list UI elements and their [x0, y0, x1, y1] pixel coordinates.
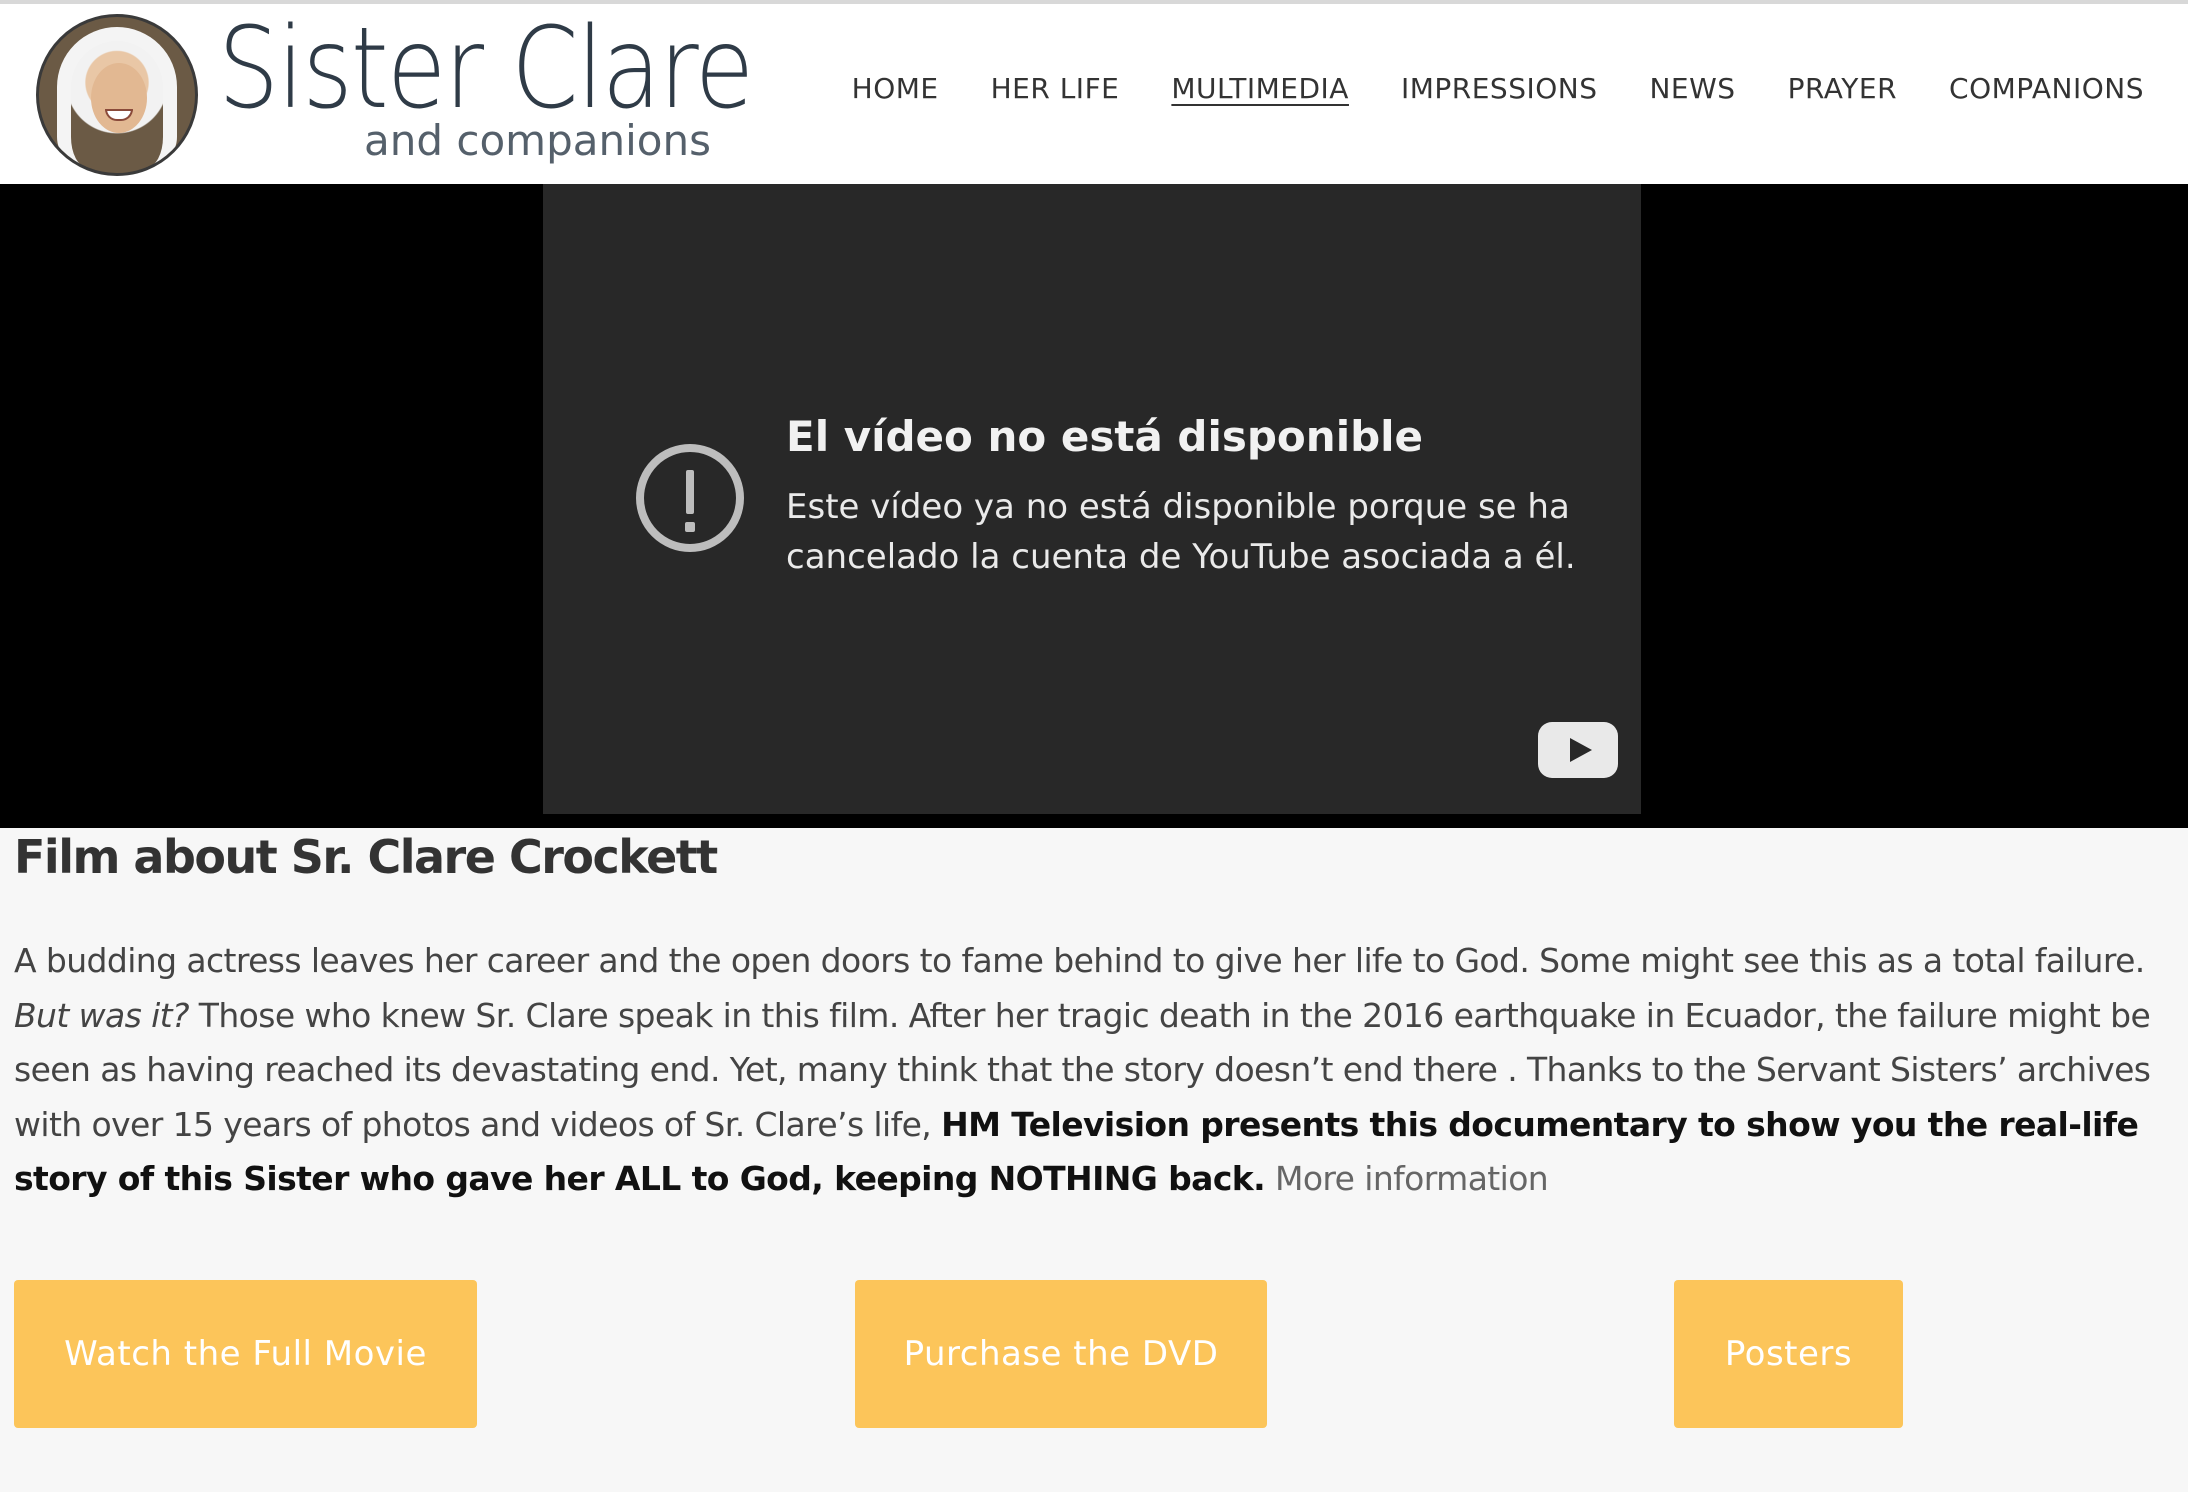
desc-italic: But was it?	[14, 995, 190, 1035]
film-description: A budding actress leaves her career and …	[14, 934, 2174, 1207]
nav-her-life[interactable]: HER LIFE	[991, 72, 1120, 105]
logo-avatar[interactable]	[36, 14, 198, 176]
site-header: Sister Clare and companions HOME HER LIF…	[0, 4, 2188, 184]
nav-home[interactable]: HOME	[852, 72, 939, 105]
youtube-logo-icon[interactable]	[1538, 722, 1618, 778]
avatar-face	[91, 63, 147, 133]
purchase-dvd-button[interactable]: Purchase the DVD	[855, 1280, 1267, 1428]
nav-prayer[interactable]: PRAYER	[1788, 72, 1897, 105]
desc-intro: A budding actress leaves her career and …	[14, 941, 2145, 980]
nav-news[interactable]: NEWS	[1649, 72, 1735, 105]
film-title: Film about Sr. Clare Crockett	[14, 830, 718, 884]
more-information-link[interactable]: More information	[1275, 1159, 1549, 1198]
nav-companions[interactable]: COMPANIONS	[1949, 72, 2144, 105]
posters-button[interactable]: Posters	[1674, 1280, 1903, 1428]
video-error-title: El vídeo no está disponible	[786, 412, 1424, 461]
brand-title[interactable]: Sister Clare	[218, 4, 754, 134]
alert-icon	[636, 444, 744, 552]
main-nav: HOME HER LIFE MULTIMEDIA IMPRESSIONS NEW…	[852, 72, 2144, 105]
video-section: El vídeo no está disponible Este vídeo y…	[0, 184, 2188, 828]
brand-subtitle[interactable]: and companions	[364, 116, 711, 165]
nav-impressions[interactable]: IMPRESSIONS	[1401, 72, 1598, 105]
video-player[interactable]: El vídeo no está disponible Este vídeo y…	[543, 184, 1641, 814]
watch-full-movie-button[interactable]: Watch the Full Movie	[14, 1280, 477, 1428]
video-error-message: Este vídeo ya no está disponible porque …	[786, 487, 1576, 577]
nav-multimedia[interactable]: MULTIMEDIA	[1171, 72, 1349, 105]
